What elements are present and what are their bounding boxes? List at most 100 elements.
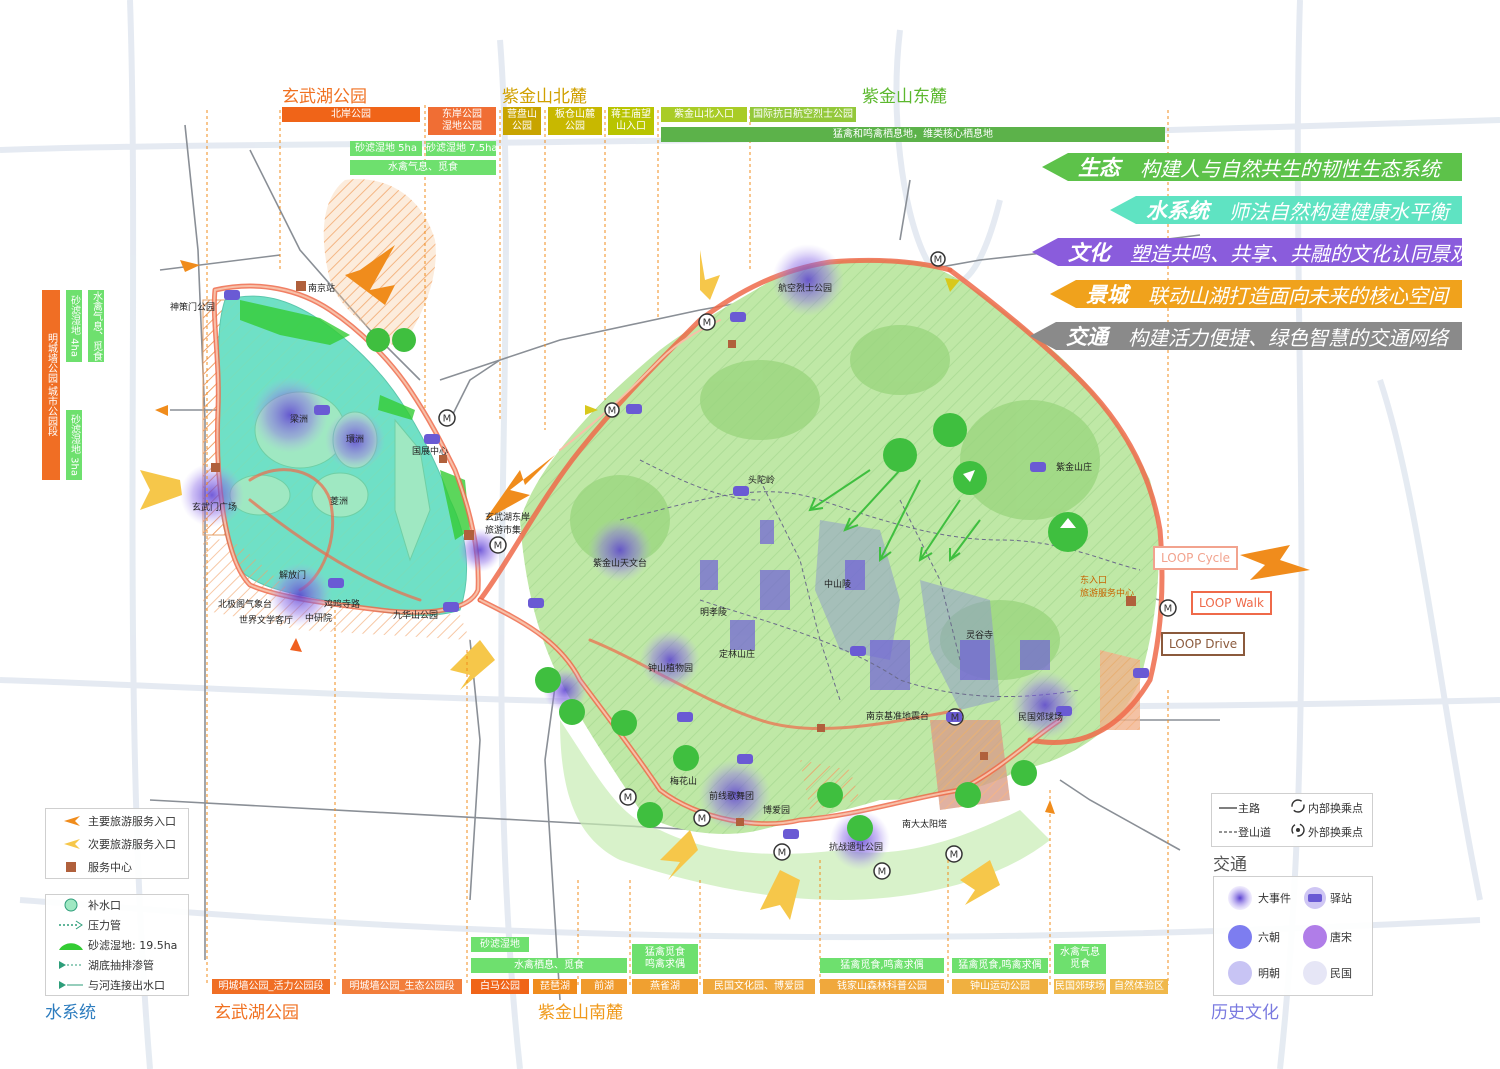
goal-transport-key: 交通 (1066, 325, 1108, 349)
legend-inner-transfer-label: 内部换乘点 (1308, 801, 1363, 815)
bar-aviation-park: 国际抗日航空烈士公园 (750, 107, 856, 122)
legend-outer-transfer: 外部换乘点 (1288, 822, 1363, 841)
label-observatory: 紫金山天文台 (593, 559, 648, 569)
brown-square-icon (54, 860, 88, 874)
label-minguo-golf: 民国郊球场 (1018, 713, 1064, 723)
bar-raptor-habitat: 猛禽和鸣禽栖息地，维类核心栖息地 (661, 127, 1165, 142)
label-toutuo: 头陀岭 (748, 476, 776, 486)
label-kangzhan: 抗战遗址公园 (829, 843, 884, 853)
metro-icon: M (778, 848, 787, 859)
legend-ming-label: 明朝 (1258, 967, 1280, 980)
legend-water: 补水口 压力管 砂滤湿地: 19.5ha 湖底抽排渗管 与河连接出水口 (45, 894, 189, 996)
bar-minguo-golf: 民国郊球场 (1054, 979, 1106, 994)
legend-ming: 明朝 (1222, 960, 1280, 986)
legend-service-center: 服务中心 (46, 855, 188, 878)
label-dinglin: 定林山庄 (719, 650, 756, 660)
goal-culture-key: 文化 (1068, 241, 1110, 265)
legend-outer-transfer-label: 外部换乘点 (1308, 825, 1363, 839)
zone-zijin-east: 紫金山东麓 (862, 87, 947, 107)
label-world-lit: 世界文学客厅 (239, 616, 294, 626)
bar-zhongshan-sports: 钟山运动公园 (952, 979, 1048, 994)
legend-traffic: 主路 登山道 内部换乘点 外部换乘点 (1211, 793, 1373, 847)
label-botanic: 钟山植物园 (648, 664, 694, 674)
metro-icon: M (494, 541, 503, 552)
legend-history: 大事件 驿站 六朝 唐宋 明朝 民国 (1213, 876, 1373, 996)
legend-pressure-pipe-label: 压力管 (88, 919, 121, 932)
legend-secondary-entrance: 次要旅游服务入口 (46, 832, 188, 855)
label-boai: 博爱园 (763, 806, 791, 816)
goal-culture: 文化 塑造共鸣、共享、共融的文化认同景观 (1032, 238, 1462, 266)
transfer-cycle-outer-icon (1288, 822, 1308, 841)
legend-six-dynasties: 六朝 (1222, 924, 1280, 950)
legend-traffic-title: 交通 (1213, 855, 1247, 875)
dashed-arrow-icon (54, 920, 88, 930)
legend-big-event-label: 大事件 (1258, 892, 1291, 905)
bar-filter-5ha: 砂滤湿地 5ha (350, 141, 422, 156)
zone-xuanwu-top: 玄武湖公园 (282, 87, 367, 107)
green-mound-icon (54, 939, 88, 951)
goal-transport-text: 构建活力便捷、绿色智慧的交通网络 (1128, 325, 1448, 350)
legend-water-title: 水系统 (45, 1003, 96, 1023)
metro-icon: M (934, 255, 943, 266)
legend-main-road: 主路 (1218, 800, 1260, 816)
label-xuanwu-square: 玄武门广场 (192, 503, 238, 513)
metro-icon: M (698, 814, 707, 825)
goal-water-key: 水系统 (1146, 199, 1209, 223)
goal-cityscape: 景城 联动山湖打造面向未来的核心空间 (1050, 280, 1462, 308)
goal-culture-text: 塑造共鸣、共享、共融的文化认同景观 (1130, 241, 1470, 266)
legend-mountain-path: 登山道 (1218, 824, 1271, 840)
bar-bancang: 板仓山麓 公园 (548, 107, 602, 135)
yellow-arrow-icon (54, 837, 88, 851)
goal-cityscape-key: 景城 (1086, 283, 1128, 307)
legend-main-road-label: 主路 (1238, 802, 1260, 815)
label-meihua: 梅花山 (670, 777, 698, 787)
zone-zijin-north: 紫金山北麓 (502, 87, 587, 107)
orange-arrow-icon (54, 814, 88, 828)
legend-river-outlet: 与河连接出水口 (46, 975, 188, 995)
loop-walk-label: LOOP Walk (1191, 591, 1272, 615)
triangle-dashed-icon (54, 960, 88, 970)
legend-inner-transfer: 内部换乘点 (1288, 798, 1363, 817)
label-mingxiao: 明孝陵 (700, 608, 728, 618)
metro-icon: M (951, 713, 960, 724)
bar-city-wall-left: 明城墙公园·城市公园段 (42, 290, 60, 480)
bar-waterfowl-bottom-2: 水禽气息 觅食 (1054, 944, 1106, 974)
goal-water: 水系统 师法自然构建健康水平衡 (1110, 196, 1462, 224)
legend-pressure-pipe: 压力管 (46, 915, 188, 935)
bar-filter-4ha: 砂滤湿地 4ha (66, 290, 82, 362)
label-zijin-villa: 紫金山庄 (1056, 463, 1093, 473)
zone-xuanwu-bottom: 玄武湖公园 (214, 1003, 299, 1023)
legend-mountain-path-label: 登山道 (1238, 826, 1271, 839)
bar-raptor-bottom-2: 猛禽觅食,鸣禽求偶 (820, 958, 944, 973)
bar-waterfowl: 水禽气息、觅食 (350, 160, 496, 175)
label-shence-gate: 神策门公园 (170, 303, 216, 313)
legend-entrances: 主要旅游服务入口 次要旅游服务入口 服务中心 (45, 808, 189, 879)
transfer-cycle-icon (1288, 798, 1308, 817)
legend-sand-filter: 砂滤湿地: 19.5ha (46, 935, 188, 955)
legend-service-center-label: 服务中心 (88, 860, 132, 874)
metro-icon: M (608, 406, 617, 417)
label-benchmark: 南京基准地震台 (866, 712, 930, 722)
label-zhongshan: 中山陵 (824, 580, 852, 590)
bar-north-bank: 北岸公园 (282, 107, 420, 122)
bar-baima: 白马公园 (471, 979, 529, 994)
legend-minguo-label: 民国 (1330, 967, 1352, 980)
label-jiefang-gate: 解放门 (279, 571, 307, 581)
goal-water-text: 师法自然构建健康水平衡 (1229, 199, 1449, 224)
metro-icon: M (878, 867, 887, 878)
legend-main-entrance: 主要旅游服务入口 (46, 809, 188, 832)
label-yingzhou: 菱洲 (330, 497, 349, 507)
goal-ecology-text: 构建人与自然共生的韧性生态系统 (1140, 156, 1440, 181)
ming-swatch (1228, 961, 1252, 985)
bar-citywall-eco: 明城墙公园_生态公园段 (342, 979, 462, 994)
bar-qianhu: 前湖 (581, 979, 627, 994)
map-canvas: M M M M M M M M M M M M 玄武湖公园 紫金山北麓 紫金山东麓 北岸公园 东岸公园… (0, 0, 1500, 1069)
bar-filter-bottom: 砂滤湿地 (471, 937, 529, 952)
label-east-entrance: 东入口 旅游服务中心 (1080, 576, 1135, 599)
label-beiji: 北极阁气象台 (218, 600, 273, 610)
loop-drive-label: LOOP Drive (1161, 632, 1246, 656)
legend-tang-song: 唐宋 (1300, 924, 1352, 950)
label-hangkong: 航空烈士公园 (778, 284, 833, 294)
legend-big-event: 大事件 (1222, 885, 1291, 911)
label-nanjing-station: 南京站 (308, 284, 336, 294)
